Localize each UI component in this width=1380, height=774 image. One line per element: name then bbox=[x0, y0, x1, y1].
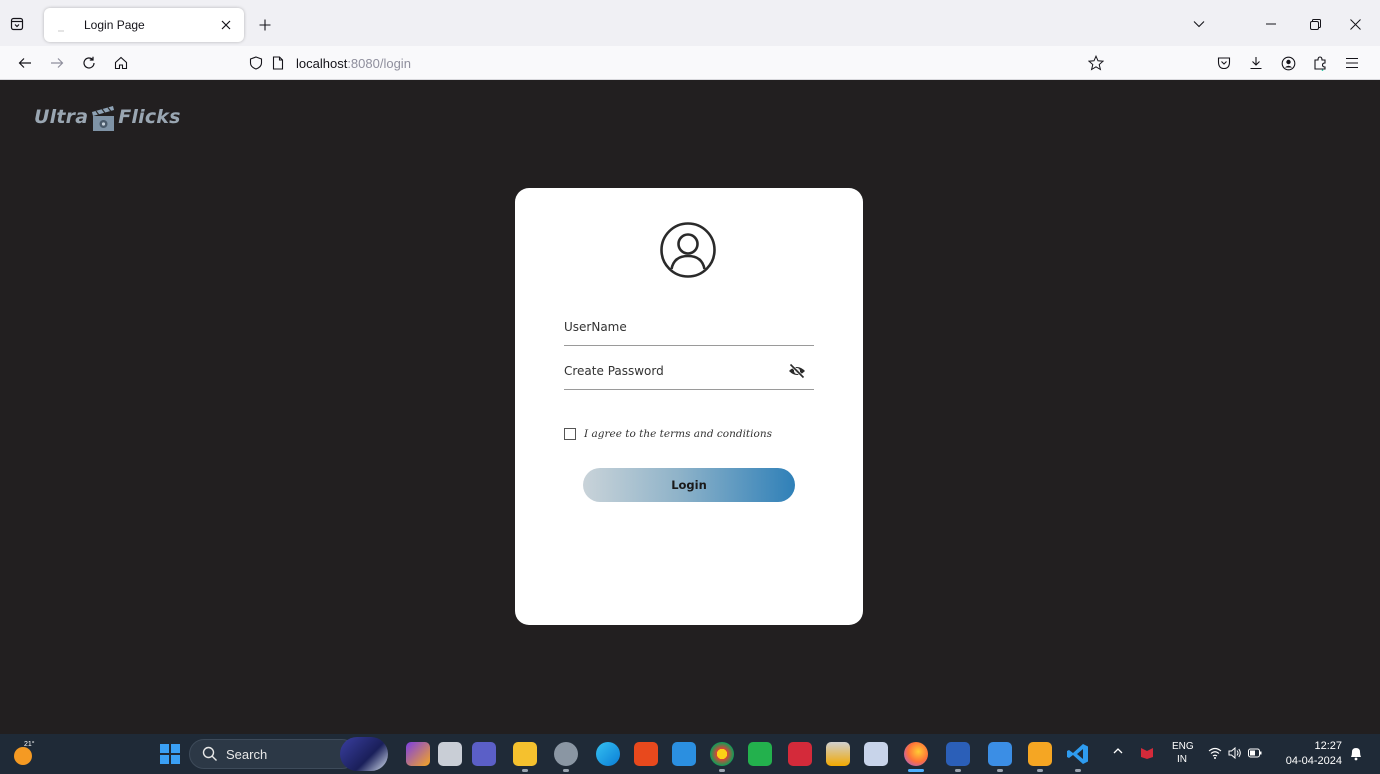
shield-icon[interactable] bbox=[246, 53, 266, 73]
reload-icon bbox=[83, 56, 95, 69]
downloads-icon[interactable] bbox=[1244, 51, 1268, 75]
arrow-right-icon bbox=[51, 58, 64, 68]
page-favicon-icon bbox=[58, 30, 64, 32]
password-input[interactable] bbox=[564, 354, 814, 388]
notification-icon[interactable] bbox=[1348, 745, 1364, 764]
logo-text-left: Ultra bbox=[34, 106, 89, 128]
page-content: Ultra Flicks UserName I agree to the ter… bbox=[0, 80, 1380, 734]
vscode-icon[interactable] bbox=[1066, 742, 1090, 772]
login-button[interactable]: Login bbox=[583, 468, 795, 502]
url-path: :8080/login bbox=[347, 55, 411, 71]
mcafee-tray-icon[interactable] bbox=[1140, 746, 1154, 763]
account-icon[interactable] bbox=[1276, 51, 1300, 75]
language-code: ENG bbox=[1172, 741, 1194, 752]
region-code: IN bbox=[1177, 754, 1187, 765]
home-button[interactable] bbox=[108, 50, 134, 76]
terms-label[interactable]: I agree to the terms and conditions bbox=[584, 428, 772, 440]
chrome-icon[interactable] bbox=[710, 742, 734, 772]
word-icon[interactable] bbox=[946, 742, 970, 772]
battery-icon[interactable] bbox=[1248, 748, 1262, 761]
window-close-button[interactable] bbox=[1340, 10, 1370, 38]
notepad-icon[interactable] bbox=[988, 742, 1012, 772]
mcafee-icon[interactable] bbox=[788, 742, 812, 766]
office-icon[interactable] bbox=[634, 742, 658, 766]
windows-logo-pane bbox=[160, 755, 169, 764]
weather-widget[interactable]: 21° bbox=[12, 741, 38, 767]
clock-date: 04-04-2024 bbox=[1285, 755, 1342, 767]
tray-overflow-chevron-icon[interactable] bbox=[1112, 745, 1124, 760]
windows-logo-pane bbox=[171, 744, 180, 753]
start-button[interactable] bbox=[160, 744, 180, 764]
browser-nav-bar: localhost:8080/login bbox=[0, 46, 1380, 80]
terms-row: I agree to the terms and conditions bbox=[564, 428, 772, 440]
app-icon-monitor[interactable] bbox=[672, 742, 696, 766]
close-icon bbox=[221, 20, 231, 30]
task-view-icon[interactable] bbox=[438, 742, 462, 766]
snipping-tool-icon[interactable] bbox=[864, 742, 888, 766]
system-clock[interactable]: 12:27 04-04-2024 bbox=[1276, 739, 1342, 769]
username-field[interactable] bbox=[564, 310, 814, 346]
terms-checkbox[interactable] bbox=[564, 428, 576, 440]
restore-icon bbox=[1309, 18, 1321, 30]
minimize-button[interactable] bbox=[1256, 10, 1286, 38]
volume-icon[interactable] bbox=[1228, 746, 1242, 762]
tab-login-page[interactable]: Login Page bbox=[44, 8, 244, 42]
login-card: I agree to the terms and conditions Logi… bbox=[515, 188, 863, 625]
file-explorer-icon[interactable] bbox=[513, 742, 537, 772]
windows-logo-pane bbox=[171, 755, 180, 764]
browser-tab-strip: Login Page bbox=[0, 0, 1380, 46]
windows-taskbar: 21° Search ENG IN 12:27 04-04-2024 bbox=[0, 734, 1380, 774]
menu-icon[interactable] bbox=[1340, 51, 1364, 75]
back-button[interactable] bbox=[12, 50, 38, 76]
windows-logo-icon bbox=[160, 744, 169, 753]
clapperboard-icon bbox=[92, 106, 115, 131]
clock-time: 12:27 bbox=[1314, 740, 1342, 752]
home-icon bbox=[114, 56, 128, 70]
user-avatar-icon bbox=[660, 222, 716, 278]
settings-icon[interactable] bbox=[554, 742, 578, 772]
app-icon-1[interactable] bbox=[406, 742, 430, 766]
language-indicator[interactable]: ENG IN bbox=[1172, 740, 1194, 766]
list-all-tabs-button[interactable] bbox=[1184, 10, 1214, 38]
copilot-widget-icon[interactable] bbox=[340, 737, 388, 771]
app-icon-l[interactable] bbox=[748, 742, 772, 766]
search-label: Search bbox=[226, 746, 268, 762]
app-icon-tea[interactable] bbox=[826, 742, 850, 766]
forward-button[interactable] bbox=[44, 50, 70, 76]
plus-icon bbox=[259, 19, 271, 31]
edge-icon[interactable] bbox=[596, 742, 620, 766]
tab-list-icon bbox=[10, 17, 24, 31]
search-icon bbox=[202, 746, 217, 761]
username-input[interactable] bbox=[564, 310, 814, 344]
teams-icon[interactable] bbox=[472, 742, 496, 766]
tab-list-button[interactable] bbox=[0, 8, 34, 40]
reload-button[interactable] bbox=[76, 50, 102, 76]
pocket-icon[interactable] bbox=[1212, 51, 1236, 75]
minimize-icon bbox=[1266, 23, 1276, 25]
address-bar[interactable]: localhost:8080/login bbox=[236, 49, 1112, 77]
eye-slash-icon[interactable] bbox=[788, 363, 806, 379]
app-icon-orange[interactable] bbox=[1028, 742, 1052, 772]
taskbar-search[interactable]: Search bbox=[189, 739, 357, 769]
wifi-icon[interactable] bbox=[1208, 747, 1222, 762]
chevron-down-icon bbox=[1193, 21, 1205, 28]
logo-text-right: Flicks bbox=[118, 106, 181, 128]
close-icon bbox=[1349, 18, 1361, 30]
tab-title: Login Page bbox=[84, 18, 145, 32]
firefox-icon[interactable] bbox=[904, 742, 928, 772]
url-host: localhost bbox=[296, 55, 348, 71]
page-icon[interactable] bbox=[268, 53, 288, 73]
tab-close-button[interactable] bbox=[214, 13, 238, 37]
password-field[interactable] bbox=[564, 354, 814, 390]
app-logo[interactable]: Ultra Flicks bbox=[34, 100, 181, 134]
extensions-icon[interactable] bbox=[1308, 51, 1332, 75]
restore-button[interactable] bbox=[1300, 10, 1330, 38]
arrow-left-icon bbox=[18, 58, 31, 68]
weather-temperature: 21° bbox=[24, 741, 35, 748]
bookmark-star-icon[interactable] bbox=[1086, 53, 1106, 73]
new-tab-button[interactable] bbox=[252, 12, 278, 38]
